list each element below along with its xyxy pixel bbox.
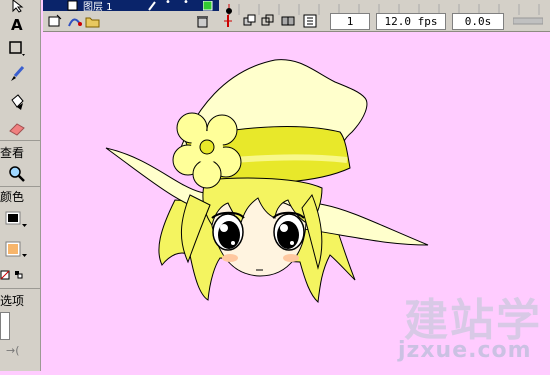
tools-divider (0, 140, 40, 141)
layer-row[interactable]: 图层 1 • • (43, 0, 550, 15)
rectangle-tool-icon[interactable] (6, 38, 28, 58)
tools-panel: A 查看 颜色 选项 →( (0, 0, 41, 371)
center-frame-icon[interactable] (221, 14, 235, 28)
text-tool-icon[interactable]: A (6, 14, 28, 34)
timeline-controls: 1 12.0 fps 0.0s (43, 11, 550, 31)
modify-onion-markers-icon[interactable] (303, 14, 317, 28)
lock-dot[interactable]: • (183, 0, 189, 8)
eye-dot[interactable]: • (165, 0, 171, 8)
frames-area[interactable] (219, 0, 550, 15)
zoom-tool-icon[interactable] (6, 164, 28, 184)
timeline-scrollbar[interactable] (513, 16, 543, 26)
eraser-tool-icon[interactable] (6, 118, 28, 138)
snap-icon[interactable]: →( (4, 340, 28, 360)
view-section-label: 查看 (0, 146, 25, 160)
insert-layer-icon[interactable] (47, 14, 63, 28)
onion-skin-icon[interactable] (243, 14, 257, 28)
frame-rate-field[interactable]: 12.0 fps (376, 13, 446, 30)
current-frame-field[interactable]: 1 (330, 13, 370, 30)
edit-multiple-frames-icon[interactable] (281, 14, 295, 28)
swap-colors-icon[interactable] (0, 266, 26, 286)
layer-icon (67, 0, 78, 11)
tools-divider (0, 288, 40, 289)
elapsed-time-field[interactable]: 0.0s (452, 13, 504, 30)
options-box[interactable] (0, 312, 10, 340)
onion-skin-outlines-icon[interactable] (261, 14, 275, 28)
tools-divider (0, 186, 40, 187)
fill-color-swatch[interactable] (2, 240, 32, 260)
right-blush (283, 254, 299, 262)
stage-canvas[interactable]: 建站学 jzxue.com (44, 32, 550, 371)
svg-text:A: A (11, 16, 23, 32)
add-motion-guide-icon[interactable] (67, 14, 83, 28)
colors-section-label: 颜色 (0, 190, 25, 204)
stroke-color-swatch[interactable] (2, 210, 32, 230)
insert-folder-icon[interactable] (85, 14, 101, 28)
options-section-label: 选项 (0, 294, 25, 308)
outline-color-icon[interactable] (203, 1, 213, 11)
pencil-icon (148, 1, 156, 11)
svg-text:→(: →( (6, 344, 20, 357)
brush-tool-icon[interactable] (6, 64, 28, 84)
left-blush (222, 254, 238, 262)
delete-layer-icon[interactable] (195, 14, 211, 28)
watermark-url: jzxue.com (398, 338, 532, 363)
paint-bucket-icon[interactable] (6, 92, 28, 112)
timeline-panel: 图层 1 • • 1 12.0 fps 0.0s (43, 0, 550, 32)
